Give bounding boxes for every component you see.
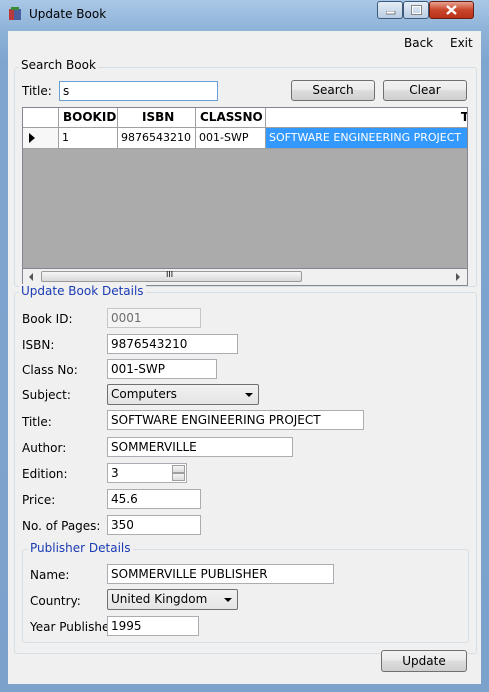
isbn-field[interactable]: 9876543210 [107,334,238,354]
edition-label: Edition: [22,467,68,481]
grid-corner-header [23,108,59,128]
price-label: Price: [22,493,56,507]
book-id-label: Book ID: [22,312,73,326]
class-no-label: Class No: [22,363,78,377]
book-app-icon [9,7,21,20]
window-client-area: Back Exit Search Book Title: s Search Cl… [8,31,481,684]
close-button[interactable] [429,1,474,19]
pages-field[interactable]: 350 [107,515,201,535]
minimize-button[interactable] [377,1,403,19]
scroll-grip: III [166,270,174,279]
isbn-label: ISBN: [22,338,55,352]
pages-label: No. of Pages: [22,519,101,533]
edition-increment-button[interactable] [172,465,185,473]
author-field[interactable]: SOMMERVILLE [107,437,293,457]
minimize-icon [386,11,396,15]
maximize-button[interactable] [403,1,429,19]
grid-cell-bookid[interactable]: 1 [59,128,118,149]
clear-button[interactable]: Clear [383,80,467,101]
maximize-icon [411,5,422,15]
grid-cell-isbn[interactable]: 9876543210 [118,128,196,149]
title-bar[interactable]: Update Book [0,0,489,30]
scroll-right-icon[interactable] [456,273,461,281]
chevron-down-icon [224,598,232,602]
search-title-label: Title: [22,84,52,98]
publisher-name-label: Name: [30,568,70,582]
country-dropdown[interactable]: United Kingdom [107,589,238,610]
year-published-field[interactable]: 1995 [107,616,199,636]
country-selected-value: United Kingdom [111,592,208,606]
update-button[interactable]: Update [381,650,467,672]
current-row-arrow-icon [29,133,35,143]
edition-value: 3 [111,466,119,480]
scroll-left-icon[interactable] [29,273,34,281]
books-grid[interactable]: BOOKID ISBN CLASSNO T 1 9876543210 001-S… [22,107,468,269]
author-label: Author: [22,441,67,455]
country-label: Country: [30,594,81,608]
class-no-field[interactable]: 001-SWP [107,359,217,379]
publisher-name-field[interactable]: SOMMERVILLE PUBLISHER [107,564,334,584]
menu-back[interactable]: Back [404,36,433,50]
details-group-label: Update Book Details [19,284,146,298]
grid-header-classno[interactable]: CLASSNO [196,108,266,128]
search-button[interactable]: Search [291,80,375,101]
grid-row-selector[interactable] [23,128,59,149]
grid-header-title[interactable]: T [266,108,467,128]
edition-stepper[interactable]: 3 [107,463,187,483]
price-field[interactable]: 45.6 [107,489,201,509]
search-title-input[interactable]: s [59,81,218,101]
grid-header-isbn[interactable]: ISBN [118,108,196,128]
book-id-field: 0001 [107,308,201,328]
window-frame: Update Book Back Exit Search Book Title:… [0,0,489,692]
close-icon [446,5,457,15]
search-group-label: Search Book [19,58,98,72]
title-field[interactable]: SOFTWARE ENGINEERING PROJECT [107,410,364,430]
subject-label: Subject: [22,388,71,402]
chevron-down-icon [245,393,253,397]
window-title: Update Book [29,7,107,21]
scroll-thumb[interactable]: III [41,270,302,282]
subject-dropdown[interactable]: Computers [107,384,259,405]
publisher-group-label: Publisher Details [28,541,133,555]
grid-cell-classno[interactable]: 001-SWP [196,128,266,149]
grid-cell-title[interactable]: SOFTWARE ENGINEERING PROJECT [266,128,467,149]
menu-exit[interactable]: Exit [450,36,473,50]
subject-selected-value: Computers [111,387,177,401]
title-label: Title: [22,415,52,429]
edition-decrement-button[interactable] [172,473,185,481]
grid-header-bookid[interactable]: BOOKID [59,108,118,128]
